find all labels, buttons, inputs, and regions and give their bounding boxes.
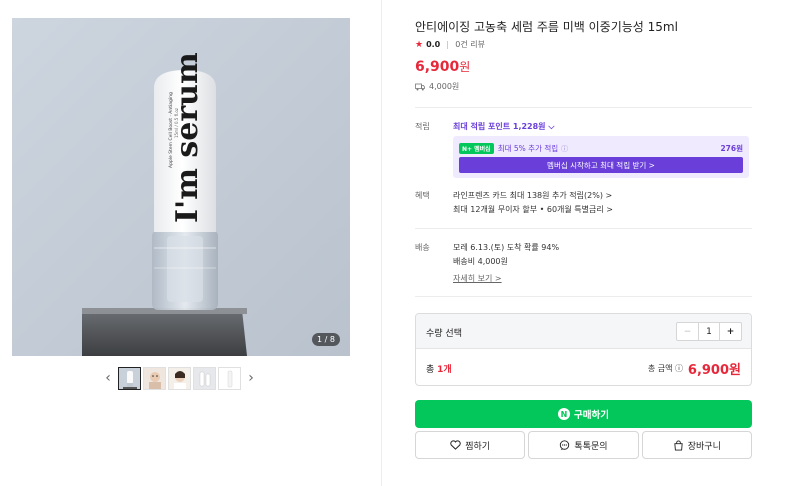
chat-bubble-icon [560, 439, 570, 450]
price-unit: 원 [459, 60, 471, 74]
buy-button[interactable]: N 구매하기 [415, 400, 752, 428]
total-price-label: 총 금액 ⓘ [647, 364, 683, 373]
delivery-fee: 배송비 4,000원 [453, 257, 508, 266]
info-icon[interactable]: ⓘ [561, 144, 568, 154]
wishlist-label: 찜하기 [465, 441, 491, 452]
quantity-label: 수량 선택 [426, 329, 462, 339]
quantity-value[interactable]: 1 [699, 323, 719, 340]
delivery-label: 배송 [415, 243, 430, 252]
total-price: 6,900원 [687, 363, 741, 378]
npay-extra-row: N+ 멤버십 최대 5% 추가 적립 ⓘ 276원 [459, 143, 743, 154]
thumbnail-3[interactable] [168, 366, 191, 390]
quantity-box: 수량 선택 − 1 + 총 1개 총 금액 ⓘ 6,900원 [415, 313, 752, 386]
product-gallery: I'm serum Apple Stem Cell Boost · Antiag… [0, 0, 382, 486]
product-info-panel: 안티에이징 고농축 세럼 주름 미백 이중기능성 15ml ★ 0.0 0건 리… [415, 0, 752, 486]
rating-row: ★ 0.0 0건 리뷰 [415, 39, 485, 50]
buy-button-label: 구매하기 [574, 410, 609, 421]
extra-points-value: 276원 [720, 144, 743, 153]
divider [415, 296, 752, 297]
product-title: 안티에이징 고농축 세럼 주름 미백 이중기능성 15ml [415, 20, 678, 34]
delivery-arrival: 모레 6.13.(토) 도착 확률 94% [453, 243, 560, 252]
rating-score: 0.0 [426, 40, 441, 49]
price-value: 6,900 [415, 59, 460, 75]
thumbnail-next-arrow-icon[interactable]: › [243, 367, 259, 389]
delivery-detail-link[interactable]: 자세히 보기 > [453, 273, 502, 284]
quantity-stepper: − 1 + [676, 322, 742, 341]
shipping-fee-text: 4,000원 [429, 82, 460, 91]
svg-text:15ml / 0.5 fl.oz: 15ml / 0.5 fl.oz [174, 108, 179, 138]
wishlist-button[interactable]: 찜하기 [415, 431, 526, 459]
secondary-actions: 찜하기 톡톡문의 장바구니 [415, 431, 752, 459]
quantity-minus-button[interactable]: − [677, 323, 699, 340]
thumbnail-strip: ‹ › [100, 366, 259, 390]
star-icon: ★ [415, 39, 424, 50]
quantity-header: 수량 선택 − 1 + [416, 314, 751, 349]
npay-membership-badge: N+ 멤버십 [459, 143, 494, 154]
installment-benefit-link[interactable]: 최대 12개월 무이자 할부 • 60개월 특별금리 > [453, 204, 613, 215]
thumbnail-5[interactable] [218, 366, 241, 390]
divider [415, 228, 752, 229]
card-benefit-link[interactable]: 라인프렌즈 카드 최대 138원 추가 적립(2%) > [453, 190, 612, 201]
quantity-plus-button[interactable]: + [719, 323, 741, 340]
thumbnail-1[interactable] [118, 366, 141, 390]
extra-points-text: 최대 5% 추가 적립 [497, 144, 559, 153]
membership-start-button[interactable]: 멤버십 시작하고 최대 적립 받기 > [459, 157, 743, 173]
npay-n-icon: N [558, 408, 571, 420]
total-count-value: 1개 [437, 365, 452, 375]
cart-button[interactable]: 장바구니 [641, 431, 752, 459]
divider [415, 107, 752, 108]
total-count: 총 1개 [426, 362, 452, 375]
product-main-image[interactable]: I'm serum Apple Stem Cell Boost · Antiag… [12, 18, 350, 356]
review-count-link[interactable]: 0건 리뷰 [455, 39, 485, 50]
heart-icon [450, 440, 461, 450]
total-count-prefix: 총 [426, 365, 438, 375]
thumbnail-prev-arrow-icon[interactable]: ‹ [100, 367, 116, 389]
image-counter: 1 / 8 [312, 333, 340, 346]
membership-points-box: N+ 멤버십 최대 5% 추가 적립 ⓘ 276원 멤버십 시작하고 최대 적립… [453, 136, 749, 178]
talktalk-inquiry-button[interactable]: 톡톡문의 [528, 431, 639, 459]
product-price: 6,900원 [415, 58, 470, 75]
thumbnail-2[interactable] [143, 366, 166, 390]
points-label: 적립 [415, 122, 430, 131]
shipping-fee-row: 4,000원 [415, 81, 459, 92]
talktalk-label: 톡톡문의 [574, 441, 608, 452]
thumbnail-4[interactable] [193, 366, 216, 390]
rating-divider [447, 40, 449, 49]
max-points-dropdown[interactable]: 최대 적립 포인트 1,228원 ⌵ [453, 121, 554, 132]
truck-icon [415, 83, 425, 90]
shopping-bag-icon [674, 439, 683, 451]
cart-label: 장바구니 [687, 441, 721, 452]
benefits-label: 혜택 [415, 191, 430, 200]
